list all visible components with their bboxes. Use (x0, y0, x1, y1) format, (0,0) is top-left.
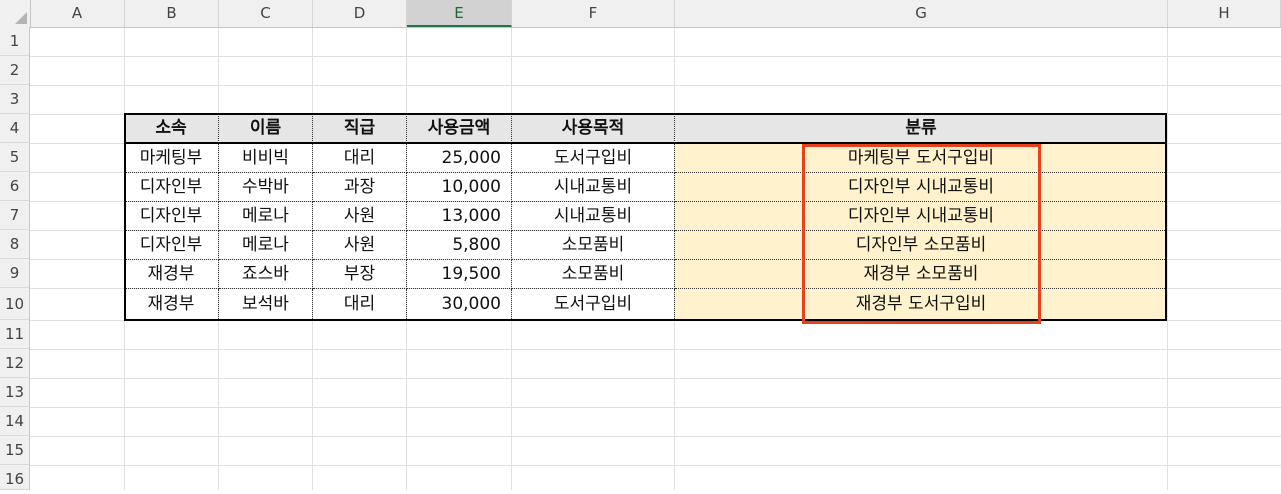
row-header-11[interactable]: 11 (0, 320, 30, 349)
row-header-2[interactable]: 2 (0, 56, 30, 85)
column-header-g[interactable]: G (675, 0, 1168, 27)
column-header-b[interactable]: B (125, 0, 219, 27)
row-header-1[interactable]: 1 (0, 27, 30, 56)
table-cell[interactable]: 5,800 (407, 231, 512, 260)
row-header-4[interactable]: 4 (0, 114, 30, 143)
table-cell[interactable]: 죠스바 (219, 260, 313, 289)
header-cell-department[interactable]: 소속 (124, 114, 219, 143)
row-header-15[interactable]: 15 (0, 436, 30, 465)
row-header-5[interactable]: 5 (0, 143, 30, 172)
table-cell[interactable]: 시내교통비 (512, 173, 675, 202)
column-header-e[interactable]: E (407, 0, 512, 27)
row-header-7[interactable]: 7 (0, 201, 30, 230)
row-header-16[interactable]: 16 (0, 465, 30, 490)
table-cell[interactable]: 보석바 (219, 289, 313, 319)
table-cell[interactable]: 디자인부 (124, 231, 219, 260)
table-cell[interactable]: 25,000 (407, 144, 512, 173)
table-cell[interactable]: 수박바 (219, 173, 313, 202)
table-cell[interactable]: 소모품비 (512, 260, 675, 289)
row-header-3[interactable]: 3 (0, 85, 30, 114)
row-header-13[interactable]: 13 (0, 378, 30, 407)
column-header-c[interactable]: C (219, 0, 313, 27)
table-cell-category[interactable]: 디자인부 소모품비 (675, 231, 1167, 260)
table-cell[interactable]: 디자인부 (124, 173, 219, 202)
table-cell[interactable]: 비비빅 (219, 144, 313, 173)
row-header-14[interactable]: 14 (0, 407, 30, 436)
table-header-divider (124, 142, 1167, 144)
table-cell[interactable]: 부장 (313, 260, 407, 289)
header-cell-category[interactable]: 분류 (675, 114, 1167, 143)
table-cell-category[interactable]: 디자인부 시내교통비 (675, 173, 1167, 202)
table-cell[interactable]: 시내교통비 (512, 202, 675, 231)
table-cell[interactable]: 메로나 (219, 231, 313, 260)
row-header-9[interactable]: 9 (0, 259, 30, 288)
column-header-h[interactable]: H (1168, 0, 1281, 27)
select-all-button[interactable] (0, 0, 31, 27)
table-cell-category[interactable]: 재경부 소모품비 (675, 260, 1167, 289)
table-cell-category[interactable]: 마케팅부 도서구입비 (675, 144, 1167, 173)
table-cell[interactable]: 재경부 (124, 289, 219, 319)
header-cell-purpose[interactable]: 사용목적 (512, 114, 675, 143)
header-cell-amount[interactable]: 사용금액 (407, 114, 512, 143)
row-header-6[interactable]: 6 (0, 172, 30, 201)
select-all-icon (15, 12, 27, 24)
table-cell[interactable]: 13,000 (407, 202, 512, 231)
table-cell[interactable]: 도서구입비 (512, 289, 675, 319)
table-cell[interactable]: 대리 (313, 144, 407, 173)
column-header-d[interactable]: D (313, 0, 407, 27)
table-cell[interactable]: 재경부 (124, 260, 219, 289)
table-cell[interactable]: 디자인부 (124, 202, 219, 231)
table-cell-category[interactable]: 재경부 도서구입비 (675, 289, 1167, 319)
header-cell-name[interactable]: 이름 (219, 114, 313, 143)
row-header-8[interactable]: 8 (0, 230, 30, 259)
table-cell[interactable]: 마케팅부 (124, 144, 219, 173)
table-cell[interactable]: 대리 (313, 289, 407, 319)
row-header-10[interactable]: 10 (0, 288, 30, 320)
column-header-a[interactable]: A (30, 0, 125, 27)
table-cell[interactable]: 19,500 (407, 260, 512, 289)
table-cell-category[interactable]: 디자인부 시내교통비 (675, 202, 1167, 231)
header-cell-position[interactable]: 직급 (313, 114, 407, 143)
table-cell[interactable]: 과장 (313, 173, 407, 202)
table-cell[interactable]: 30,000 (407, 289, 512, 319)
table-cell[interactable]: 사원 (313, 231, 407, 260)
row-header-12[interactable]: 12 (0, 349, 30, 378)
table-cell[interactable]: 도서구입비 (512, 144, 675, 173)
table-cell[interactable]: 사원 (313, 202, 407, 231)
table-cell[interactable]: 10,000 (407, 173, 512, 202)
table-cell[interactable]: 메로나 (219, 202, 313, 231)
table-cell[interactable]: 소모품비 (512, 231, 675, 260)
column-header-f[interactable]: F (512, 0, 675, 27)
